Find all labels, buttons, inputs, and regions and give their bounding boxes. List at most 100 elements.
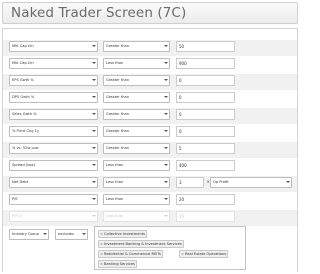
field-select[interactable]: % vs. 52w Low bbox=[9, 143, 98, 154]
value-input[interactable]: 50 bbox=[176, 41, 235, 52]
field-select-value: P/FCF bbox=[12, 214, 23, 218]
chevron-down-icon bbox=[164, 96, 168, 98]
field-select[interactable]: Mkt Cap £m bbox=[9, 58, 98, 69]
remove-tag-icon[interactable]: × bbox=[100, 262, 103, 266]
compare-field-value: Op Profit bbox=[213, 180, 229, 184]
operator-select[interactable]: Less than bbox=[103, 211, 170, 222]
criteria-row: Mkt Cap £m Less than 900 bbox=[3, 57, 297, 73]
criteria-row: Sales Gwth % Greater than 0 bbox=[3, 108, 297, 124]
operator-select-value: Greater than bbox=[106, 78, 130, 82]
industry-tag-label: Banking Services bbox=[104, 262, 135, 266]
field-select[interactable]: Net Debt bbox=[9, 177, 98, 188]
field-select[interactable]: Spread (bps) bbox=[9, 160, 98, 171]
value-input[interactable]: 0 bbox=[176, 109, 235, 120]
remove-tag-icon[interactable]: × bbox=[100, 242, 103, 246]
operator-select[interactable]: Greater than bbox=[103, 92, 170, 103]
chevron-down-icon bbox=[92, 164, 96, 166]
chevron-down-icon bbox=[92, 62, 96, 64]
industry-tag[interactable]: ×Residential & Commercial REITs bbox=[98, 250, 163, 258]
field-select-value: Mkt Cap £m bbox=[12, 61, 34, 65]
value-input[interactable]: 5 bbox=[176, 143, 235, 154]
field-select-value: Sales Gwth % bbox=[12, 112, 37, 116]
field-select[interactable]: Sales Gwth % bbox=[9, 109, 98, 120]
chevron-down-icon bbox=[43, 233, 47, 235]
value-input[interactable]: 400 bbox=[176, 160, 235, 171]
field-select-value: Spread (bps) bbox=[12, 163, 36, 167]
operator-select[interactable]: Greater than bbox=[103, 126, 170, 137]
industry-tag-box[interactable]: ×Collective Investments ×Investment Bank… bbox=[94, 226, 246, 270]
chevron-down-icon bbox=[92, 45, 96, 47]
chevron-down-icon bbox=[164, 215, 168, 217]
value-input[interactable]: 900 bbox=[176, 58, 235, 69]
value-input[interactable]: 15 bbox=[176, 211, 235, 222]
operator-select[interactable]: Greater than bbox=[103, 109, 170, 120]
value-input[interactable]: 0 bbox=[176, 92, 235, 103]
operator-select-value: excludes bbox=[58, 232, 74, 236]
field-select[interactable]: EPS Gwth % bbox=[9, 75, 98, 86]
criteria-row-disabled: P/FCF Less than 15 bbox=[3, 210, 297, 226]
industry-operator-select[interactable]: excludes bbox=[55, 229, 88, 240]
chevron-down-icon bbox=[92, 215, 96, 217]
chevron-down-icon bbox=[92, 198, 96, 200]
operator-select-value: Less than bbox=[106, 180, 124, 184]
value-input[interactable]: 0 bbox=[176, 75, 235, 86]
chevron-down-icon bbox=[164, 45, 168, 47]
field-select-value: Mkt Cap £m bbox=[12, 44, 34, 48]
chevron-down-icon bbox=[164, 79, 168, 81]
chevron-down-icon bbox=[92, 96, 96, 98]
screen-title: Naked Trader Screen (7C) bbox=[11, 5, 187, 21]
field-select-value: Net Debt bbox=[12, 180, 29, 184]
criteria-row: EPS Gwth % Greater than 0 bbox=[3, 74, 297, 90]
value-input[interactable]: 20 bbox=[176, 194, 235, 205]
chevron-down-icon bbox=[92, 181, 96, 183]
industry-tag-label: Residential & Commercial REITs bbox=[104, 252, 161, 256]
chevron-down-icon bbox=[164, 62, 168, 64]
industry-tag-label: Investment Banking & Investment Services bbox=[104, 242, 182, 246]
operator-select[interactable]: Less than bbox=[103, 58, 170, 69]
field-select[interactable]: P/FCF bbox=[9, 211, 98, 222]
criteria-row: Mkt Cap £m Greater than 50 bbox=[3, 40, 297, 56]
chevron-down-icon bbox=[92, 147, 96, 149]
remove-tag-icon[interactable]: × bbox=[100, 252, 103, 256]
field-select[interactable]: DPS Gwth % bbox=[9, 92, 98, 103]
operator-select[interactable]: Greater than bbox=[103, 143, 170, 154]
chevron-down-icon bbox=[164, 164, 168, 166]
chevron-down-icon bbox=[164, 198, 168, 200]
remove-tag-icon[interactable]: × bbox=[181, 252, 184, 256]
chevron-down-icon bbox=[164, 130, 168, 132]
chevron-down-icon bbox=[82, 233, 86, 235]
remove-tag-icon[interactable]: × bbox=[100, 232, 103, 236]
operator-select[interactable]: Greater than bbox=[103, 75, 170, 86]
field-select-value: P/E bbox=[12, 197, 18, 201]
operator-select[interactable]: Less than bbox=[103, 194, 170, 205]
operator-select[interactable]: Less than bbox=[103, 177, 170, 188]
criteria-row: % vs. 52w Low Greater than 5 bbox=[3, 142, 297, 158]
operator-select-value: Greater than bbox=[106, 129, 130, 133]
industry-tag[interactable]: ×Collective Investments bbox=[98, 230, 148, 238]
industry-field-select[interactable]: Industry Group bbox=[9, 229, 49, 240]
industry-tag[interactable]: ×Investment Banking & Investment Service… bbox=[98, 240, 184, 248]
value-input[interactable]: 0 bbox=[176, 126, 235, 137]
operator-select-value: Less than bbox=[106, 214, 124, 218]
criteria-row: DPS Gwth % Greater than 0 bbox=[3, 91, 297, 107]
operator-select-value: Greater than bbox=[106, 146, 130, 150]
field-select-value: DPS Gwth % bbox=[12, 95, 35, 99]
chevron-down-icon bbox=[164, 181, 168, 183]
field-select[interactable]: P/E bbox=[9, 194, 98, 205]
industry-tag-label: Collective Investments bbox=[104, 232, 146, 236]
criteria-row-net-debt: Net Debt Less than 3 x Op Profit bbox=[3, 176, 297, 192]
industry-tag-label: Real Estate Operations bbox=[185, 252, 227, 256]
operator-select[interactable]: Greater than bbox=[103, 41, 170, 52]
industry-tag[interactable]: ×Banking Services bbox=[98, 260, 137, 268]
operator-select-value: Less than bbox=[106, 163, 124, 167]
field-select-value: Industry Group bbox=[12, 232, 39, 236]
field-select[interactable]: Mkt Cap £m bbox=[9, 41, 98, 52]
field-select-value: % vs. 52w Low bbox=[12, 146, 39, 150]
multiplier-input[interactable]: 3 bbox=[176, 177, 204, 188]
field-select[interactable]: % Price Chg 1y bbox=[9, 126, 98, 137]
operator-select[interactable]: Less than bbox=[103, 160, 170, 171]
criteria-row: % Price Chg 1y Greater than 0 bbox=[3, 125, 297, 141]
industry-tag[interactable]: ×Real Estate Operations bbox=[179, 250, 229, 258]
compare-field-select[interactable]: Op Profit bbox=[210, 177, 292, 188]
chevron-down-icon bbox=[164, 147, 168, 149]
